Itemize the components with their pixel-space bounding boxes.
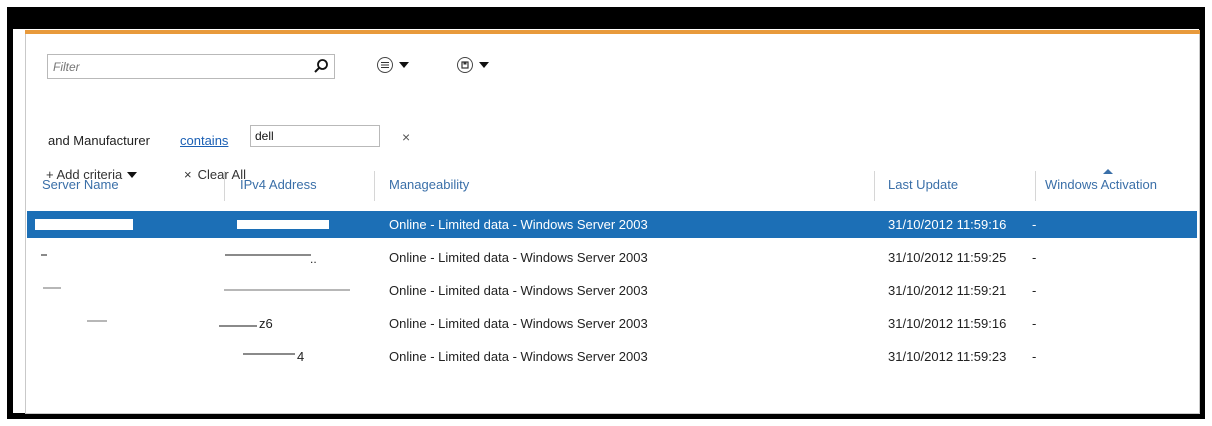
clear-all-label: Clear All <box>197 167 247 182</box>
sort-ascending-icon <box>1103 169 1113 174</box>
table-row[interactable]: Online - Limited data - Windows Server 2… <box>27 211 1197 238</box>
redacted-ip-address <box>243 353 295 355</box>
saved-filters-dropdown[interactable] <box>457 55 489 75</box>
clear-all-button[interactable]: × Clear All <box>184 167 246 182</box>
chevron-down-icon <box>127 171 138 178</box>
chevron-down-icon <box>399 62 409 68</box>
criteria-value-input[interactable] <box>250 125 380 147</box>
ip-fragment: 4 <box>297 349 305 364</box>
manageability-cell: Online - Limited data - Windows Server 2… <box>389 250 648 265</box>
search-icon[interactable] <box>313 58 329 74</box>
column-divider <box>374 171 375 201</box>
list-options-icon <box>377 57 393 73</box>
manageability-cell: Online - Limited data - Windows Server 2… <box>389 283 648 298</box>
ip-fragment: .. <box>310 252 317 266</box>
column-header-manageability[interactable]: Manageability <box>389 177 469 192</box>
last-update-cell: 31/10/2012 11:59:23 <box>888 349 1007 364</box>
manageability-cell: Online - Limited data - Windows Server 2… <box>389 349 648 364</box>
column-header-server-name[interactable]: Server Name <box>42 177 119 192</box>
last-update-cell: 31/10/2012 11:59:16 <box>888 316 1007 331</box>
column-header-windows-activation[interactable]: Windows Activation <box>1045 177 1157 192</box>
redacted-ip-address <box>224 289 350 291</box>
activation-cell: - <box>1032 250 1037 265</box>
last-update-cell: 31/10/2012 11:59:21 <box>888 283 1007 298</box>
saved-filter-icon <box>457 57 473 73</box>
last-update-cell: 31/10/2012 11:59:16 <box>888 217 1007 232</box>
filter-input[interactable] <box>47 54 335 79</box>
column-divider <box>1035 171 1036 201</box>
chevron-down-icon <box>479 62 489 68</box>
remove-criteria-button[interactable]: × <box>402 129 410 145</box>
activation-cell: - <box>1032 349 1037 364</box>
activation-cell: - <box>1032 283 1037 298</box>
close-icon: × <box>184 167 192 182</box>
activation-cell: - <box>1032 217 1037 232</box>
criteria-field-label: and Manufacturer <box>48 133 150 148</box>
table-row[interactable]: Online - Limited data - Windows Server 2… <box>27 277 1197 304</box>
redacted-ip-address <box>219 325 257 327</box>
criteria-operator-link[interactable]: contains <box>180 133 228 148</box>
manageability-cell: Online - Limited data - Windows Server 2… <box>389 316 648 331</box>
ip-fragment: z6 <box>259 316 273 331</box>
column-divider <box>874 171 875 201</box>
redacted-ip-address <box>225 254 311 256</box>
redacted-server-name <box>43 287 61 289</box>
column-header-last-update[interactable]: Last Update <box>888 177 958 192</box>
view-options-dropdown[interactable] <box>377 55 409 75</box>
table-row[interactable]: z6 Online - Limited data - Windows Serve… <box>27 310 1197 337</box>
table-row[interactable]: 4 Online - Limited data - Windows Server… <box>27 343 1197 370</box>
column-header-ipv4-address[interactable]: IPv4 Address <box>240 177 317 192</box>
last-update-cell: 31/10/2012 11:59:25 <box>888 250 1007 265</box>
table-row[interactable]: .. Online - Limited data - Windows Serve… <box>27 244 1197 271</box>
redacted-server-name <box>41 254 47 256</box>
redacted-server-name <box>87 320 107 322</box>
activation-cell: - <box>1032 316 1037 331</box>
redacted-server-name <box>35 219 133 230</box>
column-divider <box>224 171 225 201</box>
manageability-cell: Online - Limited data - Windows Server 2… <box>389 217 648 232</box>
redacted-ip-address <box>237 220 329 229</box>
